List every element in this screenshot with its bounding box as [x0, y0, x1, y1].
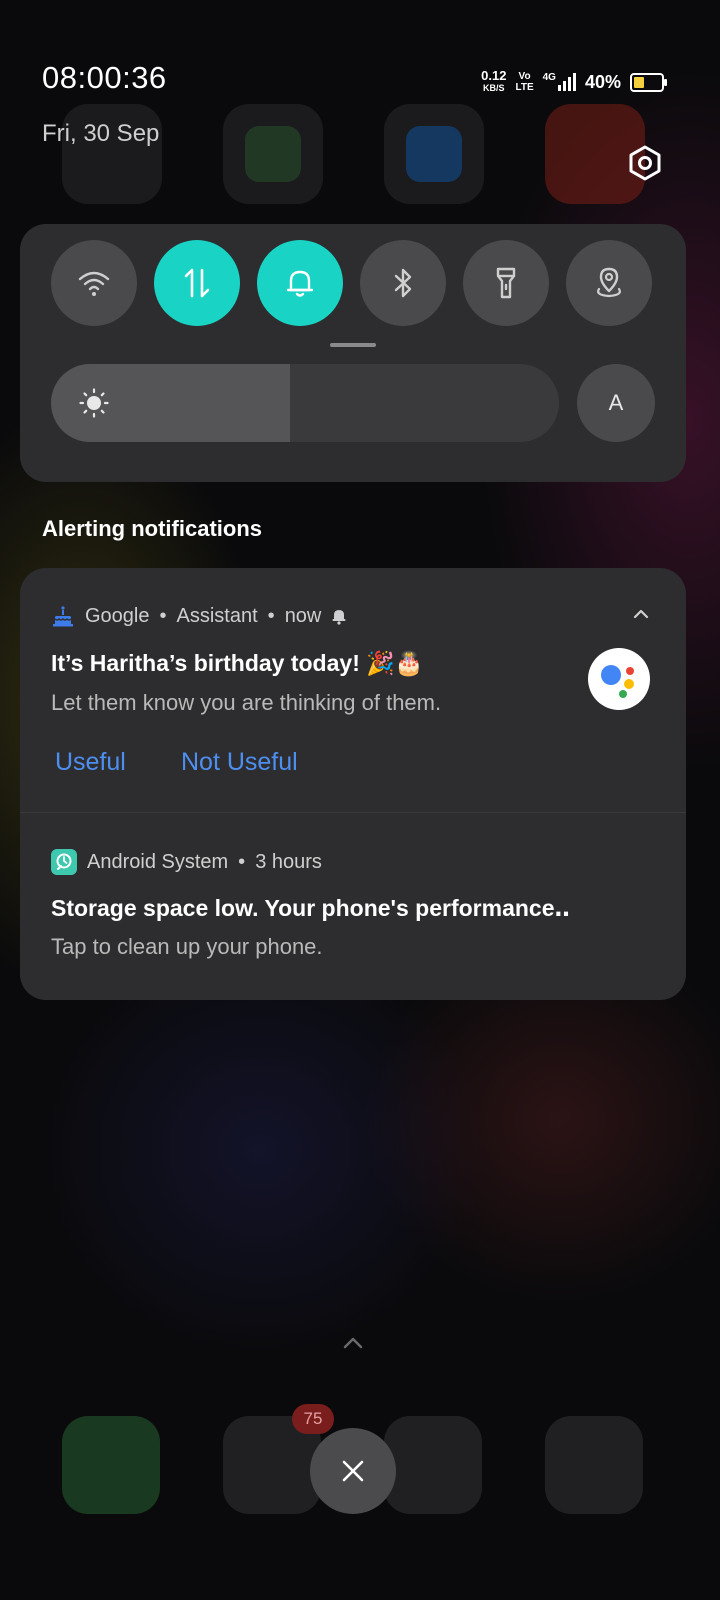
notification-app-name: Android System — [87, 850, 229, 873]
notification-divider — [20, 812, 686, 813]
notifications-section-title: Alerting notifications — [42, 516, 262, 541]
useful-button[interactable]: Useful — [55, 748, 126, 777]
volte-bottom-label: LTE — [515, 82, 534, 93]
volte-top-label: Vo — [518, 71, 531, 82]
wifi-icon — [78, 271, 110, 296]
status-icons: 0.12 KB/S Vo LTE 4G 40% — [481, 68, 667, 94]
bluetooth-tile[interactable] — [360, 240, 446, 326]
auto-brightness-button[interactable]: A — [577, 364, 655, 442]
notification-header: Google • Assistant • now — [51, 604, 347, 628]
bell-icon — [286, 270, 314, 297]
chevron-up-icon[interactable] — [632, 608, 650, 620]
volte-icon: Vo LTE — [515, 71, 533, 93]
network-speed: 0.12 KB/S — [481, 68, 507, 94]
notification-title: Storage space low. Your phone's performa… — [51, 895, 570, 921]
clear-all-notifications-button[interactable] — [310, 1428, 396, 1514]
brightness-slider[interactable] — [51, 364, 559, 442]
network-type-label: 4G — [542, 72, 556, 83]
network-speed-value: 0.12 — [481, 68, 507, 83]
sound-tile[interactable] — [257, 240, 343, 326]
network-speed-unit: KB/S — [483, 83, 505, 93]
notification-title: It’s Haritha’s birthday today! 🎉🎂 — [51, 650, 424, 676]
data-transfer-icon — [184, 268, 210, 298]
messages-unread-badge: 75 — [292, 1404, 334, 1434]
dock-camera-app-icon — [545, 1416, 643, 1514]
quick-settings-tiles — [51, 240, 652, 326]
notification-app-name: Google — [85, 604, 150, 627]
notification-sub-text: Assistant — [176, 604, 258, 627]
close-icon — [342, 1460, 364, 1482]
signal-strength-icon: 4G — [543, 73, 576, 91]
quick-settings-panel: A — [20, 224, 686, 482]
battery-fill — [634, 76, 645, 88]
notification-body: Tap to clean up your phone. — [51, 934, 323, 959]
battery-percent: 40% — [584, 71, 621, 92]
android-system-icon — [51, 849, 77, 875]
bluetooth-icon — [394, 268, 412, 298]
flashlight-icon — [496, 267, 516, 299]
location-tile[interactable] — [566, 240, 652, 326]
location-icon — [597, 267, 621, 298]
alert-bell-icon — [332, 610, 346, 625]
header-separator: • — [238, 850, 246, 873]
header-separator: • — [159, 604, 167, 627]
background-settings-app-icon — [62, 104, 162, 204]
header-separator: • — [267, 604, 275, 627]
background-files-app-icon — [384, 104, 484, 204]
battery-icon — [630, 72, 667, 92]
google-assistant-icon — [588, 648, 650, 710]
dock-music-app-icon — [384, 1416, 482, 1514]
clock: 08:00:36 — [42, 60, 167, 95]
notification-group: Google • Assistant • now It’s Haritha’s … — [20, 568, 686, 1000]
notification-time: now — [284, 604, 322, 627]
not-useful-button[interactable]: Not Useful — [181, 748, 298, 777]
notification-header: Android System • 3 hours — [51, 849, 322, 875]
gear-icon — [629, 145, 661, 181]
panel-drag-handle[interactable] — [330, 343, 376, 347]
background-classroom-app-icon — [223, 104, 323, 204]
flashlight-tile[interactable] — [463, 240, 549, 326]
chevron-up-icon[interactable] — [342, 1336, 364, 1350]
dock-phone-app-icon — [62, 1416, 160, 1514]
date: Fri, 30 Sep — [42, 120, 160, 147]
signal-bars — [557, 73, 576, 91]
notification-body: Let them know you are thinking of them. — [51, 690, 442, 715]
birthday-cake-icon — [53, 606, 73, 627]
wifi-tile[interactable] — [51, 240, 137, 326]
brightness-sun-icon — [79, 388, 109, 418]
mobile-data-tile[interactable] — [154, 240, 240, 326]
settings-button[interactable] — [625, 143, 665, 183]
notification-time: 3 hours — [255, 850, 322, 873]
